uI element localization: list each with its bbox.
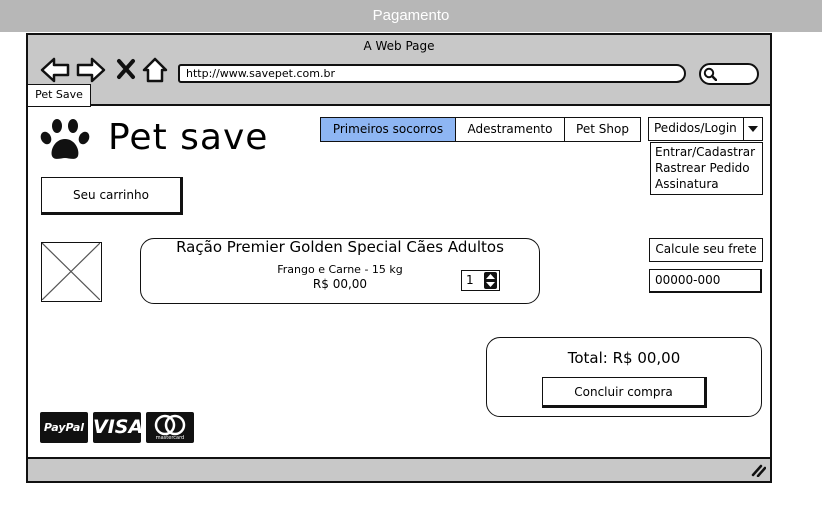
stepper-arrows-icon[interactable] [484, 272, 497, 289]
resize-handle-icon[interactable] [750, 462, 767, 481]
chevron-down-icon [748, 126, 758, 132]
back-arrow-icon[interactable] [40, 57, 70, 83]
dropdown-option-rastrear[interactable]: Rastrear Pedido [655, 160, 758, 176]
stop-icon[interactable] [116, 58, 136, 80]
home-icon[interactable] [142, 56, 168, 84]
dropdown-toggle[interactable] [743, 117, 763, 141]
mastercard-logo: mastercard [146, 412, 194, 443]
product-image-placeholder [41, 242, 102, 302]
paw-logo-icon [40, 118, 90, 166]
dropdown-option-entrar[interactable]: Entrar/Cadastrar [655, 144, 758, 160]
cart-button[interactable]: Seu carrinho [41, 177, 183, 215]
browser-page-title: A Web Page [363, 39, 435, 53]
dropdown-option-assinatura[interactable]: Assinatura [655, 176, 758, 192]
url-bar[interactable]: http://www.savepet.com.br [178, 64, 686, 83]
browser-tab[interactable]: Pet Save [27, 84, 91, 107]
paypal-logo: PayPal [40, 412, 88, 443]
mastercard-logo-text: mastercard [155, 435, 185, 441]
window-title: Pagamento [0, 0, 822, 32]
order-total: Total: R$ 00,00 [567, 349, 681, 367]
account-dropdown-menu: Entrar/Cadastrar Rastrear Pedido Assinat… [650, 142, 763, 195]
checkout-button[interactable]: Concluir compra [542, 377, 707, 408]
brand-name: Pet save [108, 117, 269, 158]
cep-input[interactable]: 00000-000 [649, 269, 762, 293]
product-title: Ração Premier Golden Special Cães Adulto… [176, 238, 504, 256]
browser-status-bar [28, 457, 770, 481]
menu-item-adestramento[interactable]: Adestramento [455, 117, 565, 142]
visa-logo: VISA [93, 412, 143, 443]
browser-search-box[interactable] [699, 63, 759, 85]
menu-item-primeiros-socorros[interactable]: Primeiros socorros [320, 117, 456, 142]
menu-item-pet-shop[interactable]: Pet Shop [564, 117, 641, 142]
forward-arrow-icon[interactable] [76, 57, 106, 83]
search-icon [703, 67, 717, 81]
calculate-shipping-button[interactable]: Calcule seu frete [649, 238, 763, 262]
